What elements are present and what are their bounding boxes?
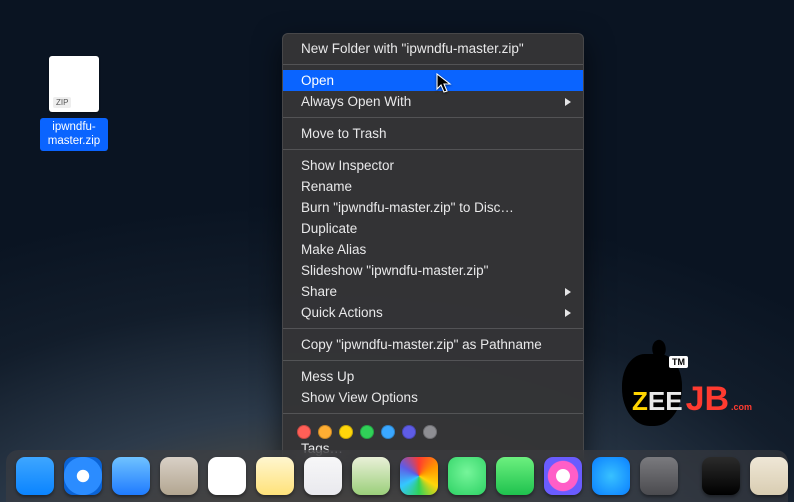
logo-ee: EE (648, 386, 683, 417)
trademark-badge: TM (669, 356, 688, 368)
reminders-app[interactable] (304, 457, 342, 495)
menu-sep (283, 64, 583, 65)
menu-mess-up[interactable]: Mess Up (283, 366, 583, 387)
watermark-logo: TM Z EE JB .com (622, 342, 772, 438)
file-label: ipwndfu-master.zip (40, 118, 108, 151)
menu-new-folder[interactable]: New Folder with "ipwndfu-master.zip" (283, 38, 583, 59)
tag-dot[interactable] (318, 425, 332, 439)
logo-z: Z (632, 386, 648, 417)
menu-share[interactable]: Share (283, 281, 583, 302)
menu-burn[interactable]: Burn "ipwndfu-master.zip" to Disc… (283, 197, 583, 218)
facetime-app[interactable] (496, 457, 534, 495)
safari-app[interactable] (64, 457, 102, 495)
menu-rename[interactable]: Rename (283, 176, 583, 197)
font-app[interactable] (750, 457, 788, 495)
desktop[interactable]: ipwndfu-master.zip New Folder with "ipwn… (0, 0, 794, 502)
menu-sep (283, 328, 583, 329)
maps-app[interactable] (352, 457, 390, 495)
finder-app[interactable] (16, 457, 54, 495)
mail-app[interactable] (112, 457, 150, 495)
contacts-app[interactable] (160, 457, 198, 495)
menu-sep (283, 413, 583, 414)
itunes-app[interactable] (544, 457, 582, 495)
menu-sep (283, 117, 583, 118)
tag-dot[interactable] (423, 425, 437, 439)
messages-app[interactable] (448, 457, 486, 495)
tags-row (283, 419, 583, 441)
menu-move-to-trash[interactable]: Move to Trash (283, 123, 583, 144)
menu-sep (283, 149, 583, 150)
menu-slideshow[interactable]: Slideshow "ipwndfu-master.zip" (283, 260, 583, 281)
tag-dot[interactable] (297, 425, 311, 439)
logo-com: .com (731, 402, 752, 412)
tag-dot[interactable] (402, 425, 416, 439)
logo-jb: JB (686, 380, 729, 419)
menu-copy-pathname[interactable]: Copy "ipwndfu-master.zip" as Pathname (283, 334, 583, 355)
calendar-app[interactable] (208, 457, 246, 495)
menu-make-alias[interactable]: Make Alias (283, 239, 583, 260)
menu-duplicate[interactable]: Duplicate (283, 218, 583, 239)
apple-silhouette-icon: TM Z EE JB .com (622, 354, 682, 426)
zip-icon (49, 56, 99, 112)
tag-dot[interactable] (381, 425, 395, 439)
tag-dot[interactable] (360, 425, 374, 439)
menu-show-view-options[interactable]: Show View Options (283, 387, 583, 408)
preferences-app[interactable] (640, 457, 678, 495)
menu-quick-actions[interactable]: Quick Actions (283, 302, 583, 323)
menu-open[interactable]: Open (283, 70, 583, 91)
context-menu: New Folder with "ipwndfu-master.zip" Ope… (282, 33, 584, 467)
dock (6, 450, 788, 502)
notes-app[interactable] (256, 457, 294, 495)
photos-app[interactable] (400, 457, 438, 495)
file-zip[interactable]: ipwndfu-master.zip (40, 56, 108, 151)
tag-dot[interactable] (339, 425, 353, 439)
menu-sep (283, 360, 583, 361)
appstore-app[interactable] (592, 457, 630, 495)
menu-show-inspector[interactable]: Show Inspector (283, 155, 583, 176)
terminal-app[interactable] (702, 457, 740, 495)
menu-always-open-with[interactable]: Always Open With (283, 91, 583, 112)
